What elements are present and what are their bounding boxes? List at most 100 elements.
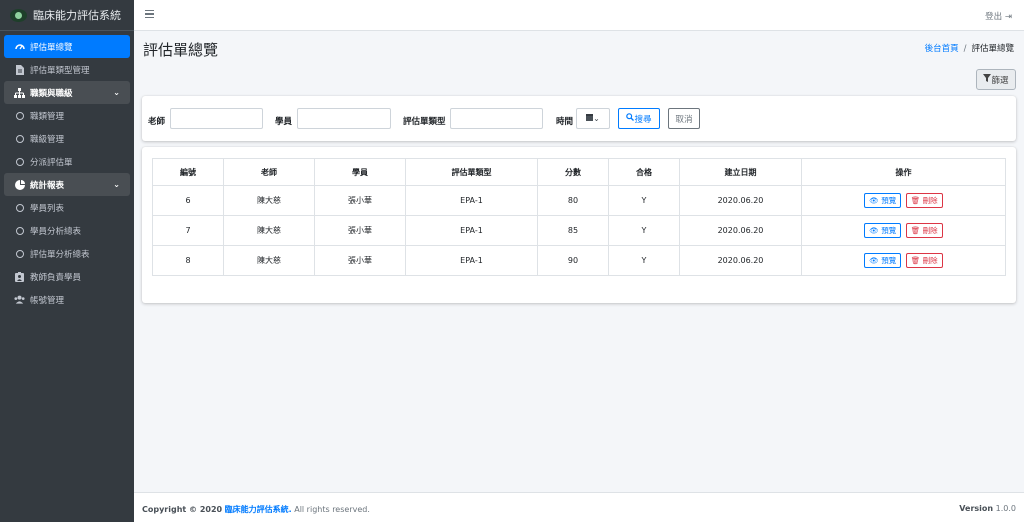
delete-label: 刪除	[922, 196, 938, 205]
menu-toggle-icon[interactable]	[145, 10, 154, 20]
circle-icon	[14, 134, 25, 143]
preview-button[interactable]: 👁 預覽	[864, 253, 902, 268]
preview-label: 預覽	[881, 196, 897, 205]
results-table: 編號 老師 學員 評估單類型 分數 合格 建立日期 操作 6 陳大慈 張小華 E…	[152, 158, 1006, 276]
sidebar-item-label: 學員分析總表	[30, 226, 82, 237]
sitemap-icon	[14, 87, 25, 98]
student-label: 學員	[275, 117, 293, 127]
sidebar-item-form-analysis[interactable]: 評估單分析總表	[4, 242, 130, 265]
sidebar-group-reports[interactable]: 統計報表 ⌄	[4, 173, 130, 196]
cell-pass: Y	[608, 185, 680, 216]
teacher-input[interactable]	[170, 108, 263, 129]
trash-icon: 🗑	[910, 256, 921, 265]
cancel-button-label: 取消	[675, 114, 693, 125]
copyright-prefix: Copyright © 2020	[142, 505, 223, 514]
student-input[interactable]	[297, 108, 391, 129]
pie-chart-icon	[14, 179, 25, 190]
cell-actions: 👁 預覽 🗑 刪除	[801, 185, 1006, 216]
sidebar-item-job-category-management[interactable]: 職類管理	[4, 104, 130, 127]
cell-form-type: EPA-1	[405, 215, 538, 246]
preview-button[interactable]: 👁 預覽	[864, 223, 902, 238]
cell-id: 8	[152, 245, 224, 276]
brand-logo	[10, 8, 27, 22]
cell-student: 張小華	[314, 185, 406, 216]
sidebar-item-label: 帳號管理	[30, 295, 65, 306]
sidebar: 臨床能力評估系統 評估單總覽 評估單類型管理 職類與職級 ⌄ 職類管理 職級管理…	[0, 0, 134, 522]
breadcrumb-home-link[interactable]: 後台首頁	[925, 44, 959, 54]
sidebar-item-label: 統計報表	[30, 180, 65, 191]
column-header-teacher: 老師	[223, 158, 315, 186]
caret-down-icon: ⌄	[593, 114, 600, 123]
search-icon	[626, 113, 635, 124]
delete-label: 刪除	[922, 226, 938, 235]
sidebar-group-job-category[interactable]: 職類與職級 ⌄	[4, 81, 130, 104]
page-title: 評估單總覽	[143, 41, 219, 59]
cell-score: 85	[537, 215, 609, 246]
cell-actions: 👁 預覽 🗑 刪除	[801, 215, 1006, 246]
sidebar-item-overview[interactable]: 評估單總覽	[4, 35, 130, 58]
column-header-score: 分數	[537, 158, 609, 186]
dashboard-icon	[14, 42, 25, 52]
file-icon	[14, 64, 25, 75]
cell-pass: Y	[608, 215, 680, 246]
sidebar-item-student-list[interactable]: 學員列表	[4, 196, 130, 219]
table-row: 8 陳大慈 張小華 EPA-1 90 Y 2020.06.20 👁 預覽 🗑 刪…	[152, 245, 1006, 276]
cell-teacher: 陳大慈	[223, 245, 315, 276]
cell-date: 2020.06.20	[679, 185, 802, 216]
column-header-form-type: 評估單類型	[405, 158, 538, 186]
sidebar-item-teacher-students[interactable]: 教師負責學員	[4, 265, 130, 288]
breadcrumb: 後台首頁 / 評估單總覽	[925, 42, 1014, 54]
circle-icon	[14, 249, 25, 258]
date-picker-button[interactable]: ⌄	[576, 108, 610, 129]
sidebar-item-job-level-management[interactable]: 職級管理	[4, 127, 130, 150]
brand[interactable]: 臨床能力評估系統	[0, 0, 134, 31]
table-header-row: 編號 老師 學員 評估單類型 分數 合格 建立日期 操作	[152, 158, 1006, 186]
sidebar-item-label: 分派評估單	[30, 157, 73, 168]
delete-button[interactable]: 🗑 刪除	[905, 253, 943, 268]
cell-teacher: 陳大慈	[223, 215, 315, 246]
chevron-down-icon: ⌄	[113, 180, 120, 189]
search-button[interactable]: 搜尋	[618, 108, 660, 129]
sidebar-item-type-management[interactable]: 評估單類型管理	[4, 58, 130, 81]
sidebar-item-label: 評估單分析總表	[30, 249, 90, 260]
sidebar-item-label: 職級管理	[30, 134, 65, 145]
logout-link[interactable]: 登出 ⇥	[985, 10, 1012, 22]
trash-icon: 🗑	[910, 196, 921, 205]
table-row: 6 陳大慈 張小華 EPA-1 80 Y 2020.06.20 👁 預覽 🗑 刪…	[152, 185, 1006, 216]
sidebar-item-account-management[interactable]: 帳號管理	[4, 288, 130, 311]
cell-student: 張小華	[314, 215, 406, 246]
column-header-id: 編號	[152, 158, 224, 186]
search-panel: 老師 學員 評估單類型 時間 ⌄ 搜尋 取消	[142, 96, 1016, 141]
sidebar-item-label: 評估單類型管理	[30, 65, 90, 76]
circle-icon	[14, 203, 25, 212]
breadcrumb-separator: /	[963, 44, 967, 54]
cancel-button[interactable]: 取消	[668, 108, 700, 129]
trash-icon: 🗑	[910, 226, 921, 235]
form-type-label: 評估單類型	[403, 117, 446, 127]
delete-button[interactable]: 🗑 刪除	[905, 193, 943, 208]
sidebar-item-assign-form[interactable]: 分派評估單	[4, 150, 130, 173]
results-panel: 編號 老師 學員 評估單類型 分數 合格 建立日期 操作 6 陳大慈 張小華 E…	[142, 147, 1016, 303]
users-icon	[14, 295, 25, 304]
circle-icon	[14, 226, 25, 235]
cell-form-type: EPA-1	[405, 185, 538, 216]
footer-brand-link[interactable]: 臨床能力評估系統.	[225, 505, 292, 514]
cell-teacher: 陳大慈	[223, 185, 315, 216]
preview-button[interactable]: 👁 預覽	[864, 193, 902, 208]
filter-icon	[983, 74, 992, 85]
sidebar-nav: 評估單總覽 評估單類型管理 職類與職級 ⌄ 職類管理 職級管理 分派評估單 統計…	[0, 31, 134, 315]
delete-button[interactable]: 🗑 刪除	[905, 223, 943, 238]
circle-icon	[14, 111, 25, 120]
sidebar-item-label: 教師負責學員	[30, 272, 82, 283]
cell-actions: 👁 預覽 🗑 刪除	[801, 245, 1006, 276]
column-header-actions: 操作	[801, 158, 1006, 186]
filter-button[interactable]: 篩選	[976, 69, 1016, 90]
logout-label: 登出	[985, 12, 1003, 22]
sidebar-item-student-analysis[interactable]: 學員分析總表	[4, 219, 130, 242]
form-type-input[interactable]	[450, 108, 543, 129]
column-header-date: 建立日期	[679, 158, 802, 186]
eye-icon: 👁	[869, 256, 879, 265]
search-button-label: 搜尋	[634, 114, 652, 125]
teacher-label: 老師	[148, 117, 166, 127]
sidebar-item-label: 評估單總覽	[30, 42, 73, 53]
